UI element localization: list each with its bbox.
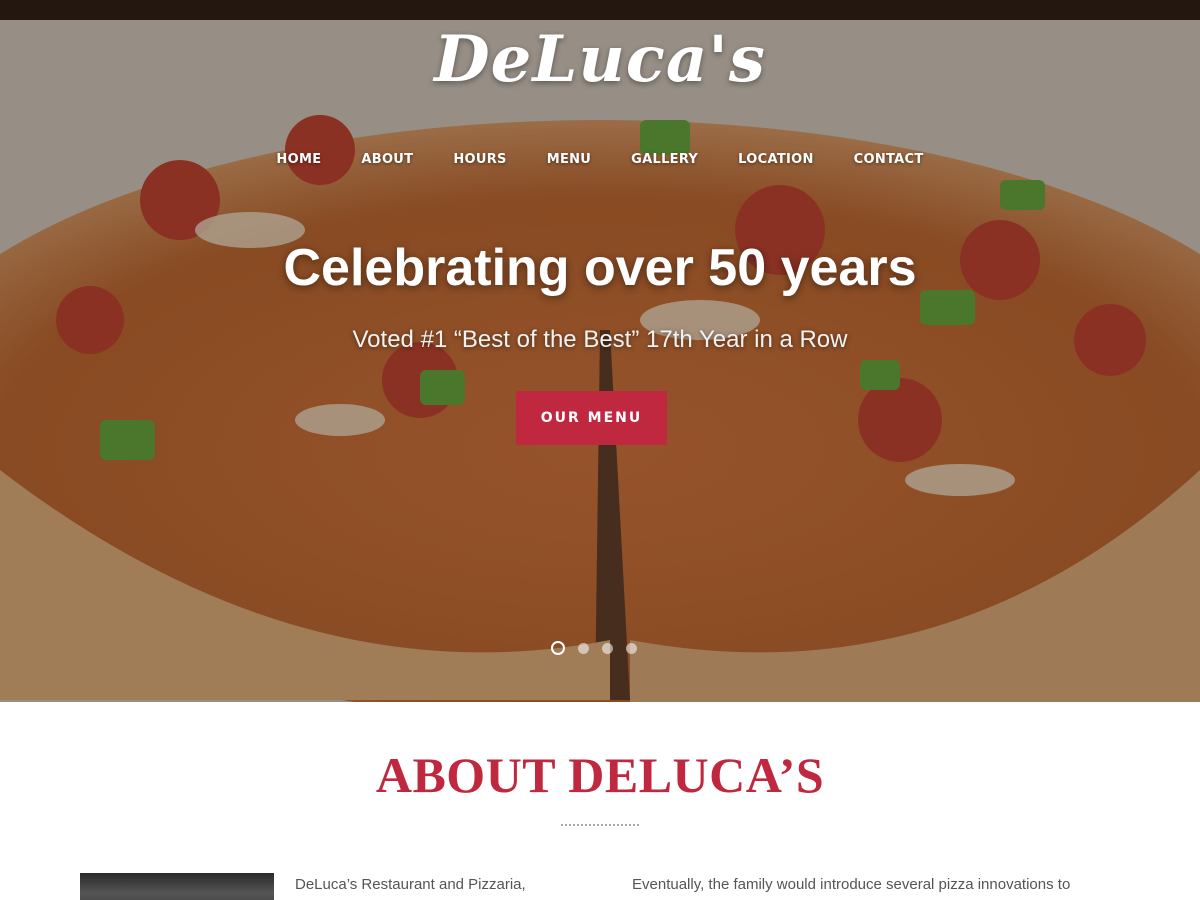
nav-item-hours[interactable]: HOURS: [433, 152, 526, 167]
hero-section: DeLuca's HOME ABOUT HOURS MENU GALLERY L…: [0, 0, 1200, 702]
nav-item-gallery[interactable]: GALLERY: [611, 152, 718, 167]
about-text-col2: Eventually, the family would introduce s…: [632, 876, 1071, 893]
nav-item-about[interactable]: ABOUT: [341, 152, 433, 167]
our-menu-button[interactable]: OUR MENU: [516, 391, 667, 445]
nav-item-contact[interactable]: CONTACT: [834, 152, 944, 167]
slider-dot-2[interactable]: [578, 642, 589, 654]
main-nav: HOME ABOUT HOURS MENU GALLERY LOCATION C…: [0, 152, 1200, 167]
nav-item-location[interactable]: LOCATION: [718, 152, 834, 167]
nav-item-menu[interactable]: MENU: [527, 152, 611, 167]
slider-dots: [551, 641, 637, 655]
about-photo: [80, 873, 274, 900]
hero-headline: Celebrating over 50 years: [283, 239, 917, 297]
site-logo[interactable]: DeLuca's: [0, 22, 1200, 97]
slider-dot-4[interactable]: [626, 642, 637, 654]
about-title: ABOUT DELUCA’S: [375, 747, 825, 803]
slider-dot-3[interactable]: [602, 642, 613, 654]
hero-subheadline: Voted #1 “Best of the Best” 17th Year in…: [352, 326, 848, 353]
section-divider: [561, 824, 639, 826]
about-text-col1: DeLuca’s Restaurant and Pizzaria,: [295, 876, 526, 893]
slider-dot-1[interactable]: [551, 641, 565, 655]
nav-item-home[interactable]: HOME: [256, 152, 341, 167]
